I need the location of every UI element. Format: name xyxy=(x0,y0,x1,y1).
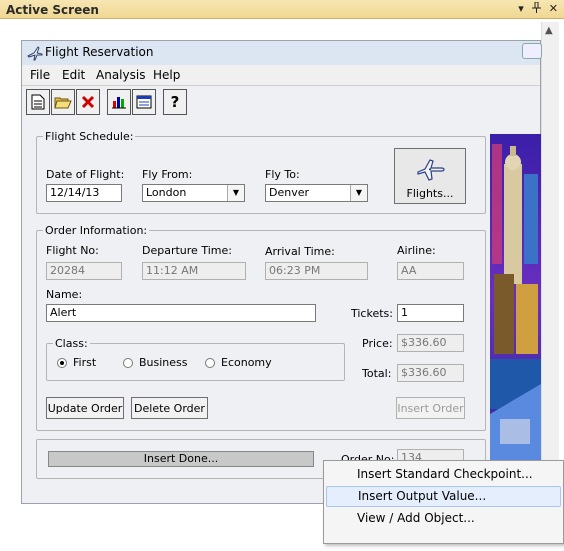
radio-icon xyxy=(205,357,215,368)
fly-from-value: London xyxy=(146,186,187,199)
flight-reservation-window: Flight Reservation File Edit Analysis He… xyxy=(21,40,542,504)
order-information-legend: Order Information: xyxy=(45,224,148,237)
delete-order-text-button[interactable]: Delete Order xyxy=(131,397,208,419)
class-economy-label: Economy xyxy=(221,356,272,369)
departure-time-label: Departure Time: xyxy=(142,244,232,257)
fly-to-label: Fly To: xyxy=(265,168,300,181)
price-field: $336.60 xyxy=(397,334,464,352)
class-business-label: Business xyxy=(139,356,188,369)
radio-selected-icon xyxy=(57,357,67,368)
tickets-label: Tickets: xyxy=(351,307,393,320)
chevron-down-icon[interactable]: ▼ xyxy=(350,185,367,201)
flight-schedule-legend: Flight Schedule: xyxy=(45,130,134,143)
date-of-flight-input[interactable]: 12/14/13 xyxy=(46,184,122,202)
help-icon: ? xyxy=(170,93,180,111)
name-input[interactable]: Alert xyxy=(46,304,316,322)
new-icon xyxy=(31,94,45,110)
open-icon xyxy=(54,97,72,109)
update-order-button[interactable]: Update Order xyxy=(46,397,124,419)
flights-button[interactable]: Flights... xyxy=(394,148,466,204)
insert-order-button[interactable]: Insert Order xyxy=(396,397,465,419)
flight-no-label: Flight No: xyxy=(46,244,99,257)
view-add-object-item[interactable]: View / Add Object... xyxy=(326,508,561,529)
chevron-down-icon[interactable]: ▼ xyxy=(227,185,244,201)
tickets-input[interactable]: 1 xyxy=(397,304,464,322)
airplane-icon xyxy=(417,159,445,181)
total-field: $336.60 xyxy=(397,364,464,382)
help-button[interactable]: ? xyxy=(163,89,187,115)
chart-icon xyxy=(112,97,126,109)
window-titlebar: Flight Reservation xyxy=(22,41,542,65)
context-menu-item-cutoff[interactable] xyxy=(326,530,561,551)
context-menu: Insert Standard Checkpoint... Insert Out… xyxy=(323,460,564,544)
menu-analysis[interactable]: Analysis xyxy=(96,68,145,82)
fly-from-select[interactable]: London ▼ xyxy=(142,184,245,202)
delete-order-button[interactable] xyxy=(76,89,100,115)
progress-bar: Insert Done... xyxy=(48,451,314,467)
class-economy-radio[interactable]: Economy xyxy=(205,356,272,369)
open-order-button[interactable] xyxy=(51,89,75,115)
menu-bar: File Edit Analysis Help xyxy=(22,65,540,86)
delete-icon xyxy=(81,95,95,109)
pane-dropdown-icon[interactable]: ▾ xyxy=(518,2,524,16)
name-label: Name: xyxy=(46,288,83,301)
flights-button-label: Flights... xyxy=(406,187,454,200)
pane-title: Active Screen xyxy=(6,3,99,17)
pin-icon[interactable] xyxy=(531,1,541,16)
graph-button[interactable] xyxy=(107,89,131,115)
toolbar: ? xyxy=(26,89,188,119)
arrival-time-label: Arrival Time: xyxy=(265,245,335,258)
insert-standard-checkpoint-item[interactable]: Insert Standard Checkpoint... xyxy=(326,464,561,485)
minimize-button[interactable] xyxy=(522,43,542,59)
flight-no-field: 20284 xyxy=(46,262,122,280)
menu-edit[interactable]: Edit xyxy=(62,68,85,82)
menu-help[interactable]: Help xyxy=(153,68,180,82)
fax-order-button[interactable] xyxy=(132,89,156,115)
price-label: Price: xyxy=(362,337,393,350)
fly-from-label: Fly From: xyxy=(142,168,193,181)
class-first-label: First xyxy=(73,356,97,369)
class-legend: Class: xyxy=(55,337,88,350)
close-icon[interactable]: ✕ xyxy=(549,2,558,16)
class-business-radio[interactable]: Business xyxy=(123,356,188,369)
scroll-up-icon[interactable]: ▲ xyxy=(545,25,553,36)
new-order-button[interactable] xyxy=(26,89,50,115)
calendar-icon xyxy=(136,95,152,109)
fly-to-select[interactable]: Denver ▼ xyxy=(265,184,368,202)
arrival-time-field: 06:23 PM xyxy=(265,262,368,280)
airline-field: AA xyxy=(397,262,464,280)
date-of-flight-label: Date of Flight: xyxy=(46,168,125,181)
plane-icon xyxy=(27,46,43,61)
fly-to-value: Denver xyxy=(269,186,310,199)
active-screen-header: Active Screen ▾ ✕ xyxy=(0,0,564,19)
city-skyline-image xyxy=(490,134,541,460)
total-label: Total: xyxy=(362,367,392,380)
pane-controls: ▾ ✕ xyxy=(518,1,558,16)
window-title: Flight Reservation xyxy=(45,45,154,59)
radio-icon xyxy=(123,357,133,368)
class-first-radio[interactable]: First xyxy=(57,356,96,369)
menu-file[interactable]: File xyxy=(30,68,50,82)
insert-output-value-item[interactable]: Insert Output Value... xyxy=(326,486,561,507)
departure-time-field: 11:12 AM xyxy=(142,262,246,280)
airline-label: Airline: xyxy=(397,244,436,257)
